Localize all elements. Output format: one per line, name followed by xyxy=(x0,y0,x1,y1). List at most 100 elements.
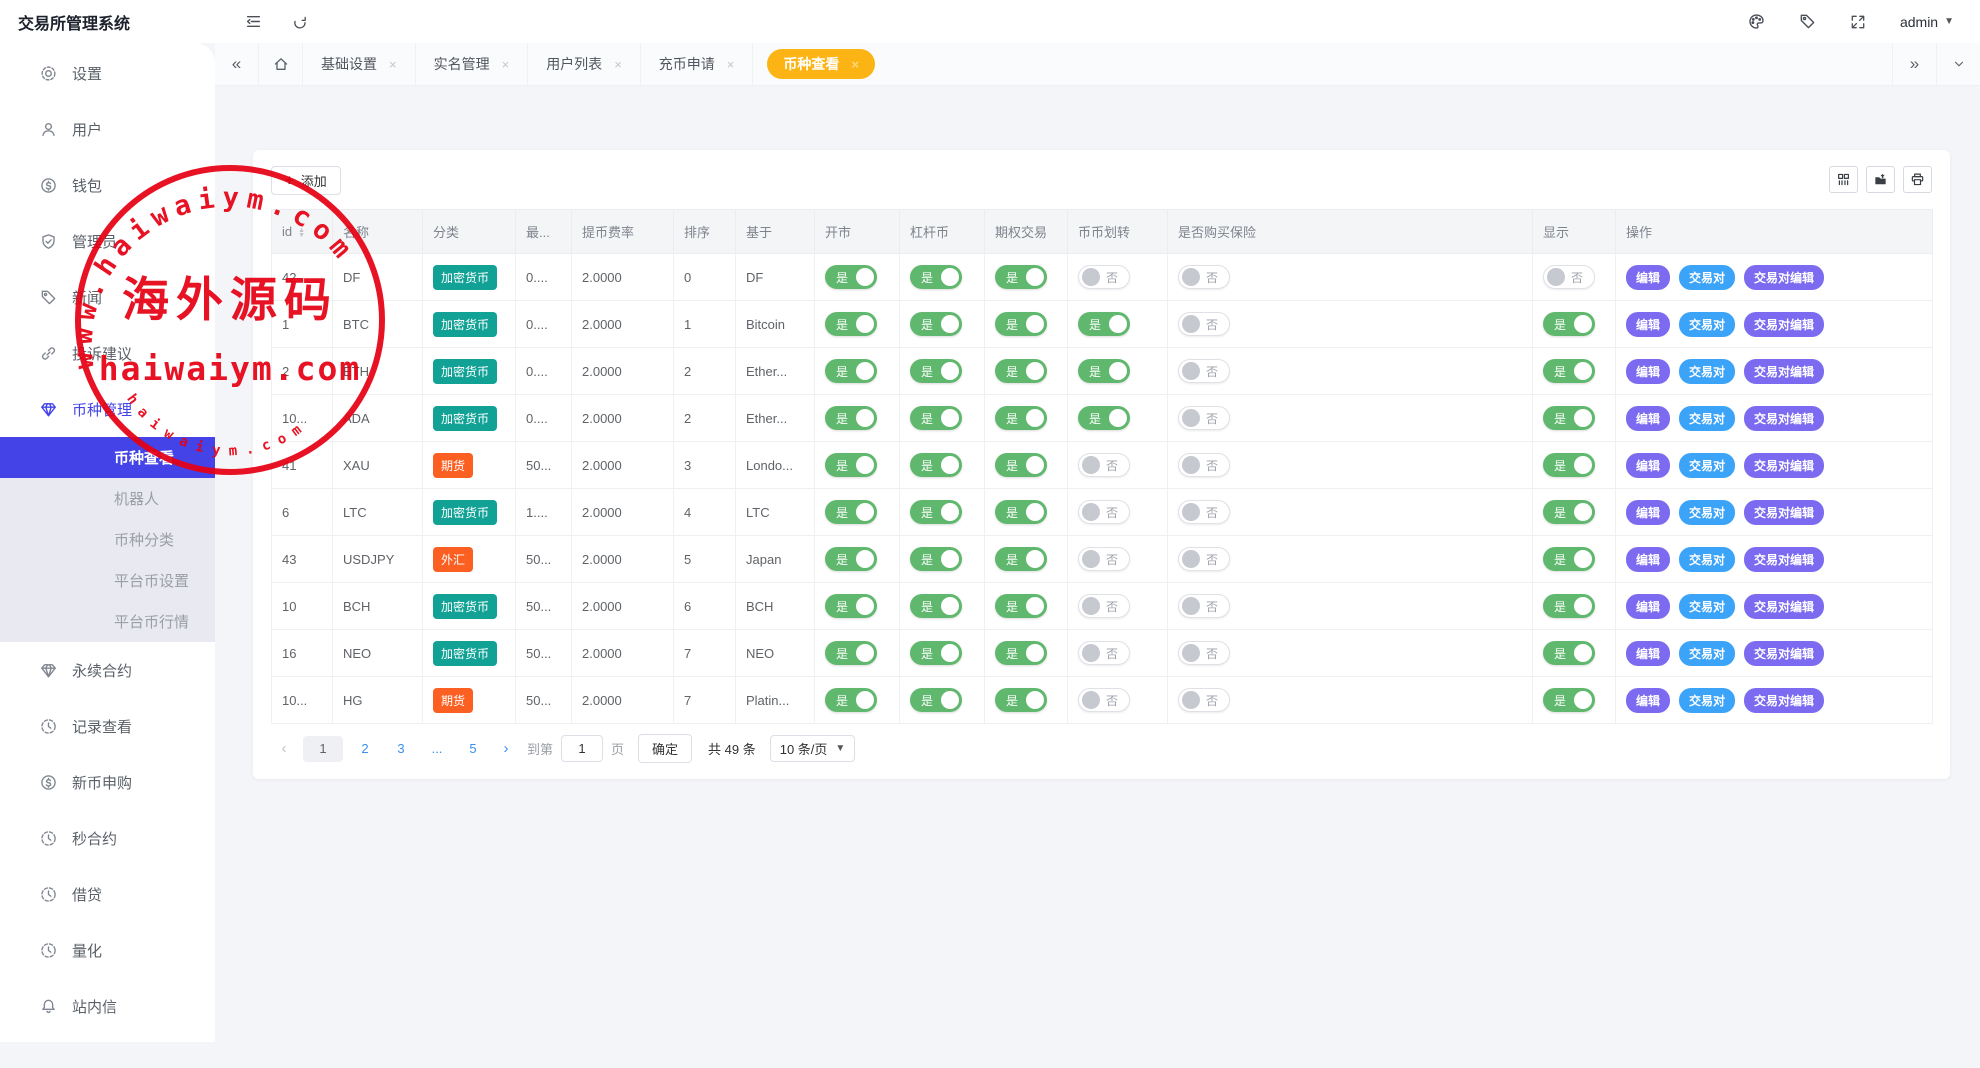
action-交易对编辑-button[interactable]: 交易对编辑 xyxy=(1744,500,1824,525)
toggle-on[interactable]: 是 xyxy=(1543,406,1595,430)
toggle-on[interactable]: 是 xyxy=(995,641,1047,665)
sidebar-item-秒合约[interactable]: 秒合约 xyxy=(0,810,215,866)
toggle-on[interactable]: 是 xyxy=(995,500,1047,524)
toggle-off[interactable]: 否 xyxy=(1178,359,1230,383)
sidebar-item-新闻[interactable]: 新闻 xyxy=(0,269,215,325)
action-交易对-button[interactable]: 交易对 xyxy=(1679,500,1735,525)
toggle-on[interactable]: 是 xyxy=(995,312,1047,336)
tabs-scroll-left-button[interactable]: « xyxy=(215,43,259,85)
tabs-menu-button[interactable] xyxy=(1936,43,1980,85)
toggle-off[interactable]: 否 xyxy=(1543,265,1595,289)
export-icon[interactable] xyxy=(1866,166,1895,193)
sidebar-item-借贷[interactable]: 借贷 xyxy=(0,866,215,922)
toggle-on[interactable]: 是 xyxy=(1543,500,1595,524)
action-交易对-button[interactable]: 交易对 xyxy=(1679,547,1735,572)
action-编辑-button[interactable]: 编辑 xyxy=(1626,594,1670,619)
action-编辑-button[interactable]: 编辑 xyxy=(1626,547,1670,572)
toggle-on[interactable]: 是 xyxy=(1078,312,1130,336)
action-交易对编辑-button[interactable]: 交易对编辑 xyxy=(1744,359,1824,384)
toggle-off[interactable]: 否 xyxy=(1078,500,1130,524)
toggle-on[interactable]: 是 xyxy=(995,265,1047,289)
toggle-on[interactable]: 是 xyxy=(825,453,877,477)
sidebar-subitem-平台币行情[interactable]: 平台币行情 xyxy=(0,601,215,642)
toggle-on[interactable]: 是 xyxy=(910,406,962,430)
tabs-scroll-right-button[interactable]: » xyxy=(1892,43,1936,85)
sidebar-subitem-币种分类[interactable]: 币种分类 xyxy=(0,519,215,560)
toggle-on[interactable]: 是 xyxy=(1078,359,1130,383)
toggle-on[interactable]: 是 xyxy=(910,594,962,618)
toggle-on[interactable]: 是 xyxy=(1543,312,1595,336)
toggle-on[interactable]: 是 xyxy=(910,641,962,665)
toggle-on[interactable]: 是 xyxy=(825,594,877,618)
action-交易对编辑-button[interactable]: 交易对编辑 xyxy=(1744,406,1824,431)
toggle-on[interactable]: 是 xyxy=(1543,688,1595,712)
toggle-off[interactable]: 否 xyxy=(1178,547,1230,571)
close-icon[interactable]: × xyxy=(502,57,510,72)
page-size-select[interactable]: 10 条/页 ▼ xyxy=(770,735,856,762)
toggle-on[interactable]: 是 xyxy=(995,594,1047,618)
collapse-menu-icon[interactable] xyxy=(245,13,262,30)
close-icon[interactable]: × xyxy=(727,57,735,72)
toggle-off[interactable]: 否 xyxy=(1078,547,1130,571)
action-交易对编辑-button[interactable]: 交易对编辑 xyxy=(1744,453,1824,478)
tab-实名管理[interactable]: 实名管理× xyxy=(416,43,529,85)
toggle-on[interactable]: 是 xyxy=(825,641,877,665)
action-交易对编辑-button[interactable]: 交易对编辑 xyxy=(1744,312,1824,337)
tab-充币申请[interactable]: 充币申请× xyxy=(641,43,754,85)
prev-page-icon[interactable]: ‹ xyxy=(271,736,297,762)
toggle-on[interactable]: 是 xyxy=(1078,406,1130,430)
toggle-on[interactable]: 是 xyxy=(910,265,962,289)
toggle-on[interactable]: 是 xyxy=(910,453,962,477)
sidebar-item-记录查看[interactable]: 记录查看 xyxy=(0,698,215,754)
action-编辑-button[interactable]: 编辑 xyxy=(1626,453,1670,478)
toggle-on[interactable]: 是 xyxy=(825,688,877,712)
toggle-on[interactable]: 是 xyxy=(995,359,1047,383)
toggle-on[interactable]: 是 xyxy=(910,547,962,571)
toggle-on[interactable]: 是 xyxy=(1543,453,1595,477)
action-交易对编辑-button[interactable]: 交易对编辑 xyxy=(1744,688,1824,713)
sidebar-item-新币申购[interactable]: 新币申购 xyxy=(0,754,215,810)
refresh-icon[interactable] xyxy=(292,14,308,30)
toggle-on[interactable]: 是 xyxy=(910,500,962,524)
sidebar-item-站内信[interactable]: 站内信 xyxy=(0,978,215,1034)
confirm-page-button[interactable]: 确定 xyxy=(638,734,692,763)
action-交易对-button[interactable]: 交易对 xyxy=(1679,406,1735,431)
action-编辑-button[interactable]: 编辑 xyxy=(1626,406,1670,431)
sidebar-item-钱包[interactable]: 钱包 xyxy=(0,157,215,213)
toggle-on[interactable]: 是 xyxy=(825,547,877,571)
action-编辑-button[interactable]: 编辑 xyxy=(1626,688,1670,713)
tag-icon[interactable] xyxy=(1799,13,1816,30)
toggle-on[interactable]: 是 xyxy=(1543,594,1595,618)
sidebar-subitem-机器人[interactable]: 机器人 xyxy=(0,478,215,519)
toggle-on[interactable]: 是 xyxy=(825,265,877,289)
toggle-off[interactable]: 否 xyxy=(1178,406,1230,430)
page-number-2[interactable]: 2 xyxy=(351,736,379,762)
sidebar-item-设置[interactable]: 设置 xyxy=(0,45,215,101)
page-number-3[interactable]: 3 xyxy=(387,736,415,762)
action-编辑-button[interactable]: 编辑 xyxy=(1626,265,1670,290)
toggle-off[interactable]: 否 xyxy=(1178,594,1230,618)
fullscreen-icon[interactable] xyxy=(1850,14,1866,30)
toggle-on[interactable]: 是 xyxy=(1543,547,1595,571)
sidebar-subitem-币种查看[interactable]: 币种查看 xyxy=(0,437,215,478)
admin-dropdown[interactable]: admin ▼ xyxy=(1900,14,1954,30)
toggle-off[interactable]: 否 xyxy=(1178,312,1230,336)
printer-icon[interactable] xyxy=(1903,166,1932,193)
toggle-off[interactable]: 否 xyxy=(1078,453,1130,477)
toggle-off[interactable]: 否 xyxy=(1178,688,1230,712)
sidebar-item-量化[interactable]: 量化 xyxy=(0,922,215,978)
sidebar-item-管理员[interactable]: 管理员 xyxy=(0,213,215,269)
action-交易对-button[interactable]: 交易对 xyxy=(1679,453,1735,478)
page-jump-input[interactable] xyxy=(561,735,603,762)
next-page-icon[interactable]: › xyxy=(493,736,519,762)
toggle-off[interactable]: 否 xyxy=(1178,265,1230,289)
action-交易对-button[interactable]: 交易对 xyxy=(1679,641,1735,666)
column-header-id[interactable]: id▲▼ xyxy=(272,210,333,254)
toggle-on[interactable]: 是 xyxy=(910,359,962,383)
action-交易对-button[interactable]: 交易对 xyxy=(1679,312,1735,337)
sort-icon[interactable]: ▲▼ xyxy=(298,228,305,238)
action-交易对编辑-button[interactable]: 交易对编辑 xyxy=(1744,265,1824,290)
action-交易对编辑-button[interactable]: 交易对编辑 xyxy=(1744,594,1824,619)
grid-columns-icon[interactable] xyxy=(1829,166,1858,193)
toggle-off[interactable]: 否 xyxy=(1078,594,1130,618)
